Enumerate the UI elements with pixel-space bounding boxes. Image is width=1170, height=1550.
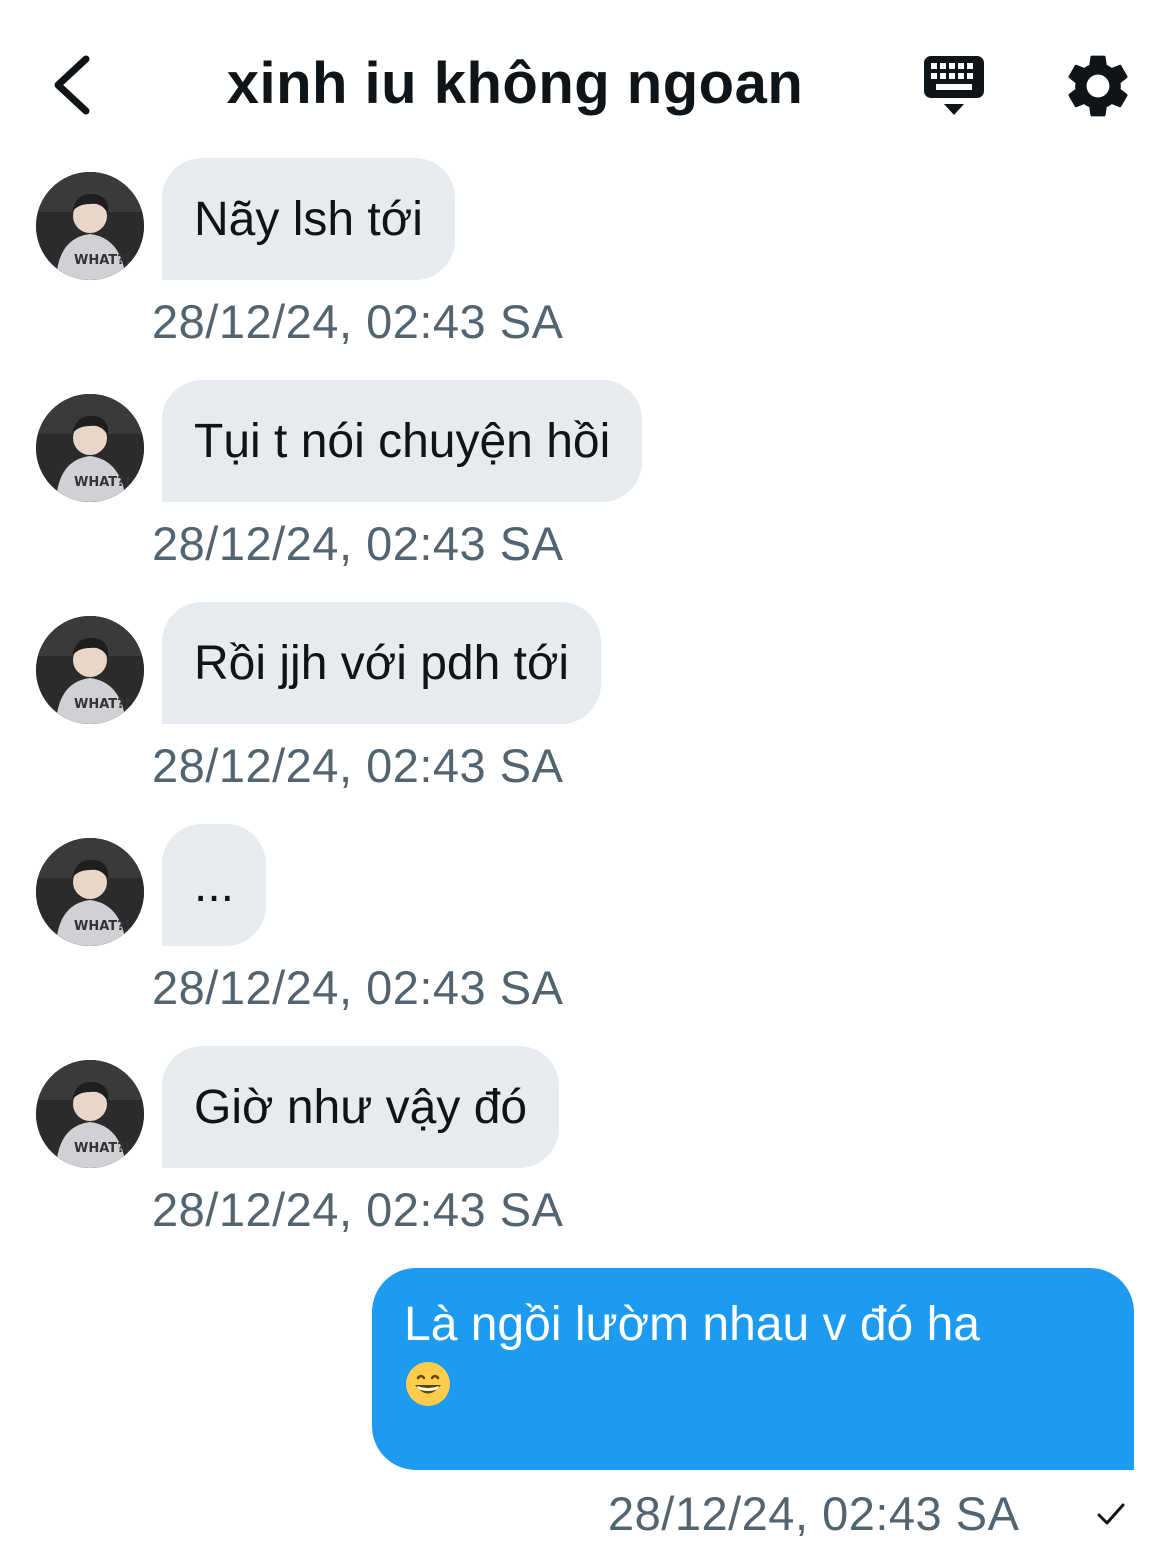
svg-text:WHAT?!: WHAT?! — [74, 697, 131, 712]
svg-text:WHAT?!: WHAT?! — [74, 253, 131, 268]
check-icon — [1097, 1503, 1125, 1525]
avatar[interactable]: WHAT?! — [36, 838, 144, 946]
message-text: Là ngồi lườm nhau v đó ha — [404, 1298, 980, 1351]
avatar[interactable]: WHAT?! — [36, 172, 144, 280]
svg-text:WHAT?!: WHAT?! — [74, 919, 131, 934]
message-timestamp: 28/12/24, 02:43 SA — [152, 961, 564, 1014]
keyboard-icon — [924, 56, 984, 115]
message-bubble-incoming[interactable]: Rồi jjh với pdh tới — [162, 602, 602, 724]
settings-button[interactable] — [1060, 48, 1136, 124]
message-timestamp: 28/12/24, 02:43 SA — [152, 739, 564, 792]
message-timestamp: 28/12/24, 02:43 SA — [152, 1183, 564, 1236]
svg-text:WHAT?!: WHAT?! — [74, 1141, 131, 1156]
back-button[interactable] — [30, 45, 110, 125]
message-text: ... — [194, 858, 235, 912]
avatar-photo-icon: WHAT?! — [36, 1060, 144, 1168]
message-text: Tụi t nói chuyện hồi — [194, 414, 611, 468]
avatar[interactable]: WHAT?! — [36, 1060, 144, 1168]
conversation-title[interactable]: xinh iu không ngoan — [180, 50, 850, 117]
message-bubble-outgoing[interactable]: Là ngồi lườm nhau v đó ha — [372, 1268, 1134, 1470]
message-text: Nãy lsh tới — [194, 192, 423, 246]
message-text: Giờ như vậy đó — [194, 1080, 528, 1134]
message-text: Rồi jjh với pdh tới — [194, 636, 570, 690]
message-bubble-incoming[interactable]: Nãy lsh tới — [162, 158, 455, 280]
gear-icon — [1068, 55, 1128, 117]
message-timestamp: 28/12/24, 02:43 SA — [152, 517, 564, 570]
avatar-photo-icon: WHAT?! — [36, 394, 144, 502]
message-timestamp: 28/12/24, 02:43 SA — [608, 1487, 1020, 1540]
message-bubble-incoming[interactable]: Tụi t nói chuyện hồi — [162, 380, 643, 502]
message-bubble-incoming[interactable]: Giờ như vậy đó — [162, 1046, 560, 1168]
message-bubble-incoming[interactable]: ... — [162, 824, 267, 946]
grinning-face-icon — [406, 1362, 450, 1406]
chevron-left-icon — [54, 55, 90, 115]
avatar-photo-icon: WHAT?! — [36, 616, 144, 724]
avatar[interactable]: WHAT?! — [36, 394, 144, 502]
avatar[interactable]: WHAT?! — [36, 616, 144, 724]
chat-header: xinh iu không ngoan — [0, 0, 1170, 170]
avatar-photo-icon: WHAT?! — [36, 172, 144, 280]
keyboard-button[interactable] — [916, 48, 992, 124]
message-timestamp: 28/12/24, 02:43 SA — [152, 295, 564, 348]
avatar-photo-icon: WHAT?! — [36, 838, 144, 946]
svg-text:WHAT?!: WHAT?! — [74, 475, 131, 490]
